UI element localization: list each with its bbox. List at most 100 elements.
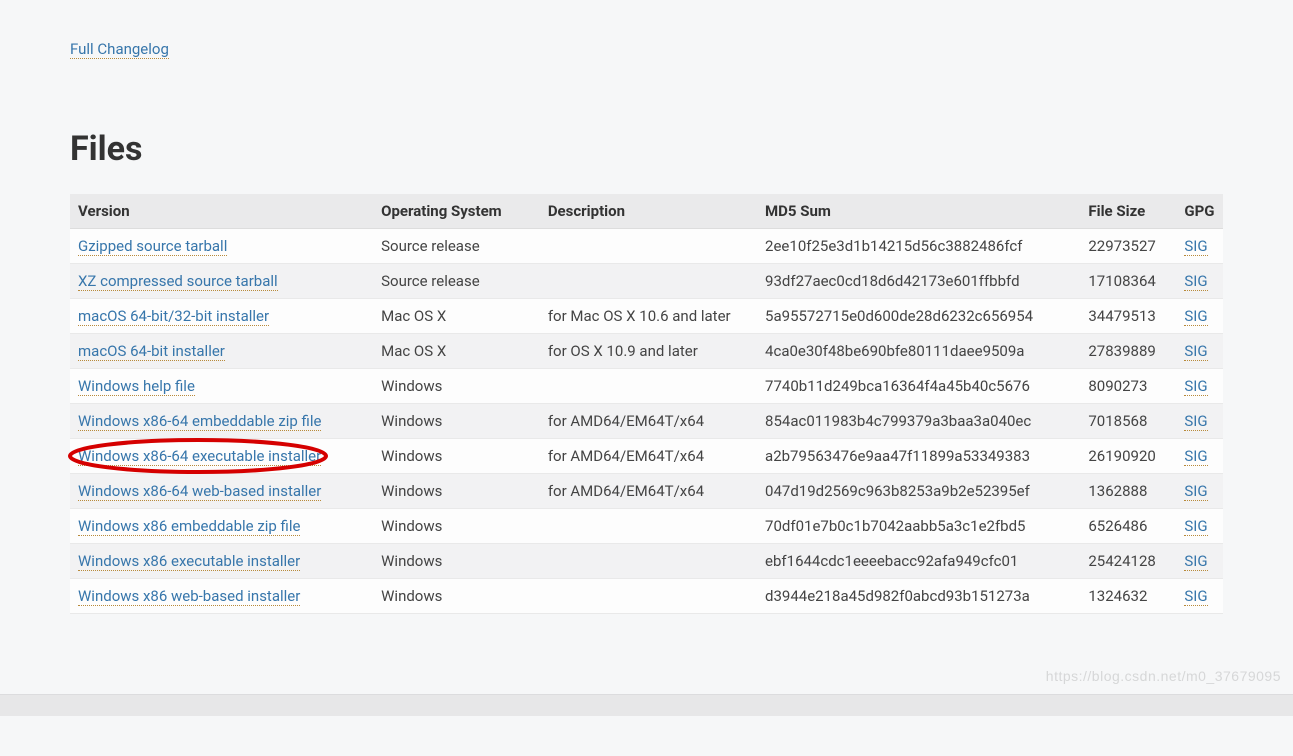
cell-description: for AMD64/EM64T/x64 bbox=[540, 439, 757, 474]
cell-description: for Mac OS X 10.6 and later bbox=[540, 299, 757, 334]
gpg-sig-link[interactable]: SIG bbox=[1184, 237, 1207, 256]
table-header-row: Version Operating System Description MD5… bbox=[70, 194, 1223, 229]
cell-md5: 2ee10f25e3d1b14215d56c3882486fcf bbox=[757, 229, 1080, 264]
version-link[interactable]: Gzipped source tarball bbox=[78, 237, 227, 256]
cell-gpg: SIG bbox=[1176, 404, 1223, 439]
gpg-sig-link[interactable]: SIG bbox=[1184, 482, 1207, 501]
col-header-filesize: File Size bbox=[1080, 194, 1176, 229]
cell-os: Windows bbox=[373, 439, 540, 474]
cell-gpg: SIG bbox=[1176, 439, 1223, 474]
cell-version: Windows x86 executable installer bbox=[70, 544, 373, 579]
cell-md5: 854ac011983b4c799379a3baa3a040ec bbox=[757, 404, 1080, 439]
cell-gpg: SIG bbox=[1176, 579, 1223, 614]
cell-version: Windows x86-64 executable installer bbox=[70, 439, 373, 474]
cell-version: macOS 64-bit/32-bit installer bbox=[70, 299, 373, 334]
cell-os: Windows bbox=[373, 544, 540, 579]
cell-gpg: SIG bbox=[1176, 509, 1223, 544]
gpg-sig-link[interactable]: SIG bbox=[1184, 517, 1207, 536]
footer-bar bbox=[0, 694, 1293, 716]
table-row: Windows x86 executable installer Windows e… bbox=[70, 544, 1223, 579]
cell-md5: 7740b11d249bca16364f4a45b40c5676 bbox=[757, 369, 1080, 404]
cell-description bbox=[540, 579, 757, 614]
cell-filesize: 27839889 bbox=[1080, 334, 1176, 369]
cell-version: Windows x86 web-based installer bbox=[70, 579, 373, 614]
cell-gpg: SIG bbox=[1176, 544, 1223, 579]
table-row: Windows x86 embeddable zip fileWindows70… bbox=[70, 509, 1223, 544]
cell-os: Mac OS X bbox=[373, 334, 540, 369]
gpg-sig-link[interactable]: SIG bbox=[1184, 307, 1207, 326]
cell-version: XZ compressed source tarball bbox=[70, 264, 373, 299]
cell-os: Mac OS X bbox=[373, 299, 540, 334]
version-link[interactable]: macOS 64-bit/32-bit installer bbox=[78, 307, 269, 326]
gpg-sig-link[interactable]: SIG bbox=[1184, 552, 1207, 571]
cell-gpg: SIG bbox=[1176, 474, 1223, 509]
cell-filesize: 8090273 bbox=[1080, 369, 1176, 404]
cell-os: Source release bbox=[373, 264, 540, 299]
cell-version: macOS 64-bit installer bbox=[70, 334, 373, 369]
cell-filesize: 34479513 bbox=[1080, 299, 1176, 334]
cell-description bbox=[540, 229, 757, 264]
cell-md5: 5a95572715e0d600de28d6232c656954 bbox=[757, 299, 1080, 334]
col-header-gpg: GPG bbox=[1176, 194, 1223, 229]
cell-filesize: 17108364 bbox=[1080, 264, 1176, 299]
cell-gpg: SIG bbox=[1176, 229, 1223, 264]
cell-filesize: 1324632 bbox=[1080, 579, 1176, 614]
col-header-description: Description bbox=[540, 194, 757, 229]
cell-md5: 93df27aec0cd18d6d42173e601ffbbfd bbox=[757, 264, 1080, 299]
table-row: Windows x86-64 web-based installer Window… bbox=[70, 474, 1223, 509]
cell-filesize: 7018568 bbox=[1080, 404, 1176, 439]
col-header-version: Version bbox=[70, 194, 373, 229]
cell-gpg: SIG bbox=[1176, 369, 1223, 404]
cell-version: Windows x86-64 embeddable zip file bbox=[70, 404, 373, 439]
cell-os: Windows bbox=[373, 579, 540, 614]
cell-version: Windows x86 embeddable zip file bbox=[70, 509, 373, 544]
version-link[interactable]: Windows x86 web-based installer bbox=[78, 587, 300, 606]
table-row: Windows x86 web-based installer Windows d3… bbox=[70, 579, 1223, 614]
cell-gpg: SIG bbox=[1176, 299, 1223, 334]
cell-md5: a2b79563476e9aa47f11899a53349383 bbox=[757, 439, 1080, 474]
cell-version: Windows x86-64 web-based installer bbox=[70, 474, 373, 509]
cell-gpg: SIG bbox=[1176, 264, 1223, 299]
version-link[interactable]: macOS 64-bit installer bbox=[78, 342, 225, 361]
cell-md5: 047d19d2569c963b8253a9b2e52395ef bbox=[757, 474, 1080, 509]
cell-os: Windows bbox=[373, 369, 540, 404]
table-row: Windows x86-64 executable installer Windo… bbox=[70, 439, 1223, 474]
version-link[interactable]: XZ compressed source tarball bbox=[78, 272, 278, 291]
gpg-sig-link[interactable]: SIG bbox=[1184, 447, 1207, 466]
table-row: macOS 64-bit/32-bit installer Mac OS Xfor… bbox=[70, 299, 1223, 334]
table-row: macOS 64-bit installerMac OS Xfor OS X 1… bbox=[70, 334, 1223, 369]
cell-description bbox=[540, 369, 757, 404]
col-header-os: Operating System bbox=[373, 194, 540, 229]
cell-os: Windows bbox=[373, 474, 540, 509]
cell-os: Source release bbox=[373, 229, 540, 264]
gpg-sig-link[interactable]: SIG bbox=[1184, 587, 1207, 606]
cell-filesize: 6526486 bbox=[1080, 509, 1176, 544]
cell-description: for AMD64/EM64T/x64 bbox=[540, 474, 757, 509]
cell-version: Windows help file bbox=[70, 369, 373, 404]
gpg-sig-link[interactable]: SIG bbox=[1184, 412, 1207, 431]
table-row: XZ compressed source tarball Source relea… bbox=[70, 264, 1223, 299]
version-link[interactable]: Windows x86 executable installer bbox=[78, 552, 300, 571]
version-link[interactable]: Windows x86-64 web-based installer bbox=[78, 482, 321, 501]
cell-md5: ebf1644cdc1eeeebacc92afa949cfc01 bbox=[757, 544, 1080, 579]
cell-md5: d3944e218a45d982f0abcd93b151273a bbox=[757, 579, 1080, 614]
version-link[interactable]: Windows x86-64 executable installer bbox=[78, 447, 321, 466]
cell-os: Windows bbox=[373, 509, 540, 544]
table-row: Gzipped source tarball Source release 2ee1… bbox=[70, 229, 1223, 264]
gpg-sig-link[interactable]: SIG bbox=[1184, 272, 1207, 291]
files-heading: Files bbox=[70, 129, 1223, 169]
cell-filesize: 25424128 bbox=[1080, 544, 1176, 579]
cell-filesize: 22973527 bbox=[1080, 229, 1176, 264]
table-row: Windows x86-64 embeddable zip fileWindow… bbox=[70, 404, 1223, 439]
version-link[interactable]: Windows help file bbox=[78, 377, 195, 396]
cell-gpg: SIG bbox=[1176, 334, 1223, 369]
cell-description: for AMD64/EM64T/x64 bbox=[540, 404, 757, 439]
gpg-sig-link[interactable]: SIG bbox=[1184, 377, 1207, 396]
cell-description bbox=[540, 509, 757, 544]
files-table: Version Operating System Description MD5… bbox=[70, 194, 1223, 614]
full-changelog-link[interactable]: Full Changelog bbox=[70, 40, 169, 59]
version-link[interactable]: Windows x86 embeddable zip file bbox=[78, 517, 300, 536]
table-row: Windows help file Windows 7740b11d249bca16… bbox=[70, 369, 1223, 404]
gpg-sig-link[interactable]: SIG bbox=[1184, 342, 1207, 361]
version-link[interactable]: Windows x86-64 embeddable zip file bbox=[78, 412, 321, 431]
